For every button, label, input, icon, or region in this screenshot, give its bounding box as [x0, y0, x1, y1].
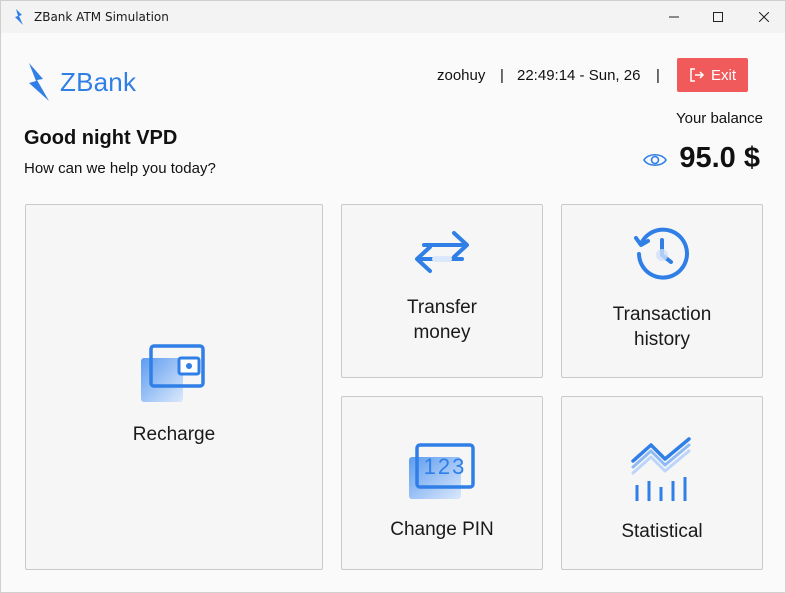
header-separator: | — [656, 67, 660, 84]
app-logo-icon — [15, 9, 23, 25]
clock: 22:49:14 - Sun, 26 — [517, 67, 641, 84]
transfer-label-line2: money — [413, 322, 471, 343]
history-clock-icon — [634, 227, 689, 280]
chart-icon — [631, 436, 691, 501]
greeting-subtitle: How can we help you today? — [24, 160, 216, 177]
maximize-icon — [713, 12, 723, 22]
history-label-line2: history — [634, 329, 690, 350]
greeting-title: Good night VPD — [24, 127, 178, 149]
change-pin-card[interactable]: 123 Change PIN — [341, 396, 543, 570]
recharge-card[interactable]: Recharge — [25, 204, 323, 570]
statistical-label: Statistical — [621, 520, 703, 542]
exit-label: Exit — [710, 66, 736, 84]
wallet-icon — [141, 343, 205, 402]
exit-button[interactable]: Exit — [677, 58, 748, 92]
recharge-label: Recharge — [132, 423, 216, 445]
minimize-button[interactable] — [651, 1, 697, 33]
header-separator: | — [500, 67, 504, 84]
eye-icon[interactable] — [643, 151, 667, 169]
pin-icon-text: 123 — [424, 454, 467, 479]
username: zoohuy — [437, 67, 486, 84]
pin-123-icon: 123 — [409, 442, 475, 499]
balance-value: 95.0 $ — [679, 142, 760, 174]
minimize-icon — [669, 16, 679, 18]
history-label-line1: Transaction — [612, 304, 712, 325]
balance-label: Your balance — [675, 110, 763, 127]
change-pin-label: Change PIN — [390, 518, 494, 540]
close-button[interactable] — [741, 1, 785, 33]
title-bar: ZBank ATM Simulation — [1, 1, 785, 33]
statistical-card[interactable]: Statistical — [561, 396, 763, 570]
transfer-money-card[interactable]: Transfer money — [341, 204, 543, 378]
app-window: ZBank ATM Simulation ZBank zoohuy | 22:4… — [0, 0, 786, 593]
window-title: ZBank ATM Simulation — [34, 10, 169, 24]
zbank-logo-icon — [29, 63, 49, 101]
brand-name: ZBank — [60, 67, 137, 97]
maximize-button[interactable] — [695, 1, 741, 33]
transfer-label-line1: Transfer — [406, 297, 478, 318]
transaction-history-card[interactable]: Transaction history — [561, 204, 763, 378]
close-icon — [759, 12, 769, 22]
transfer-arrows-icon — [415, 231, 469, 273]
logout-icon — [690, 68, 705, 82]
